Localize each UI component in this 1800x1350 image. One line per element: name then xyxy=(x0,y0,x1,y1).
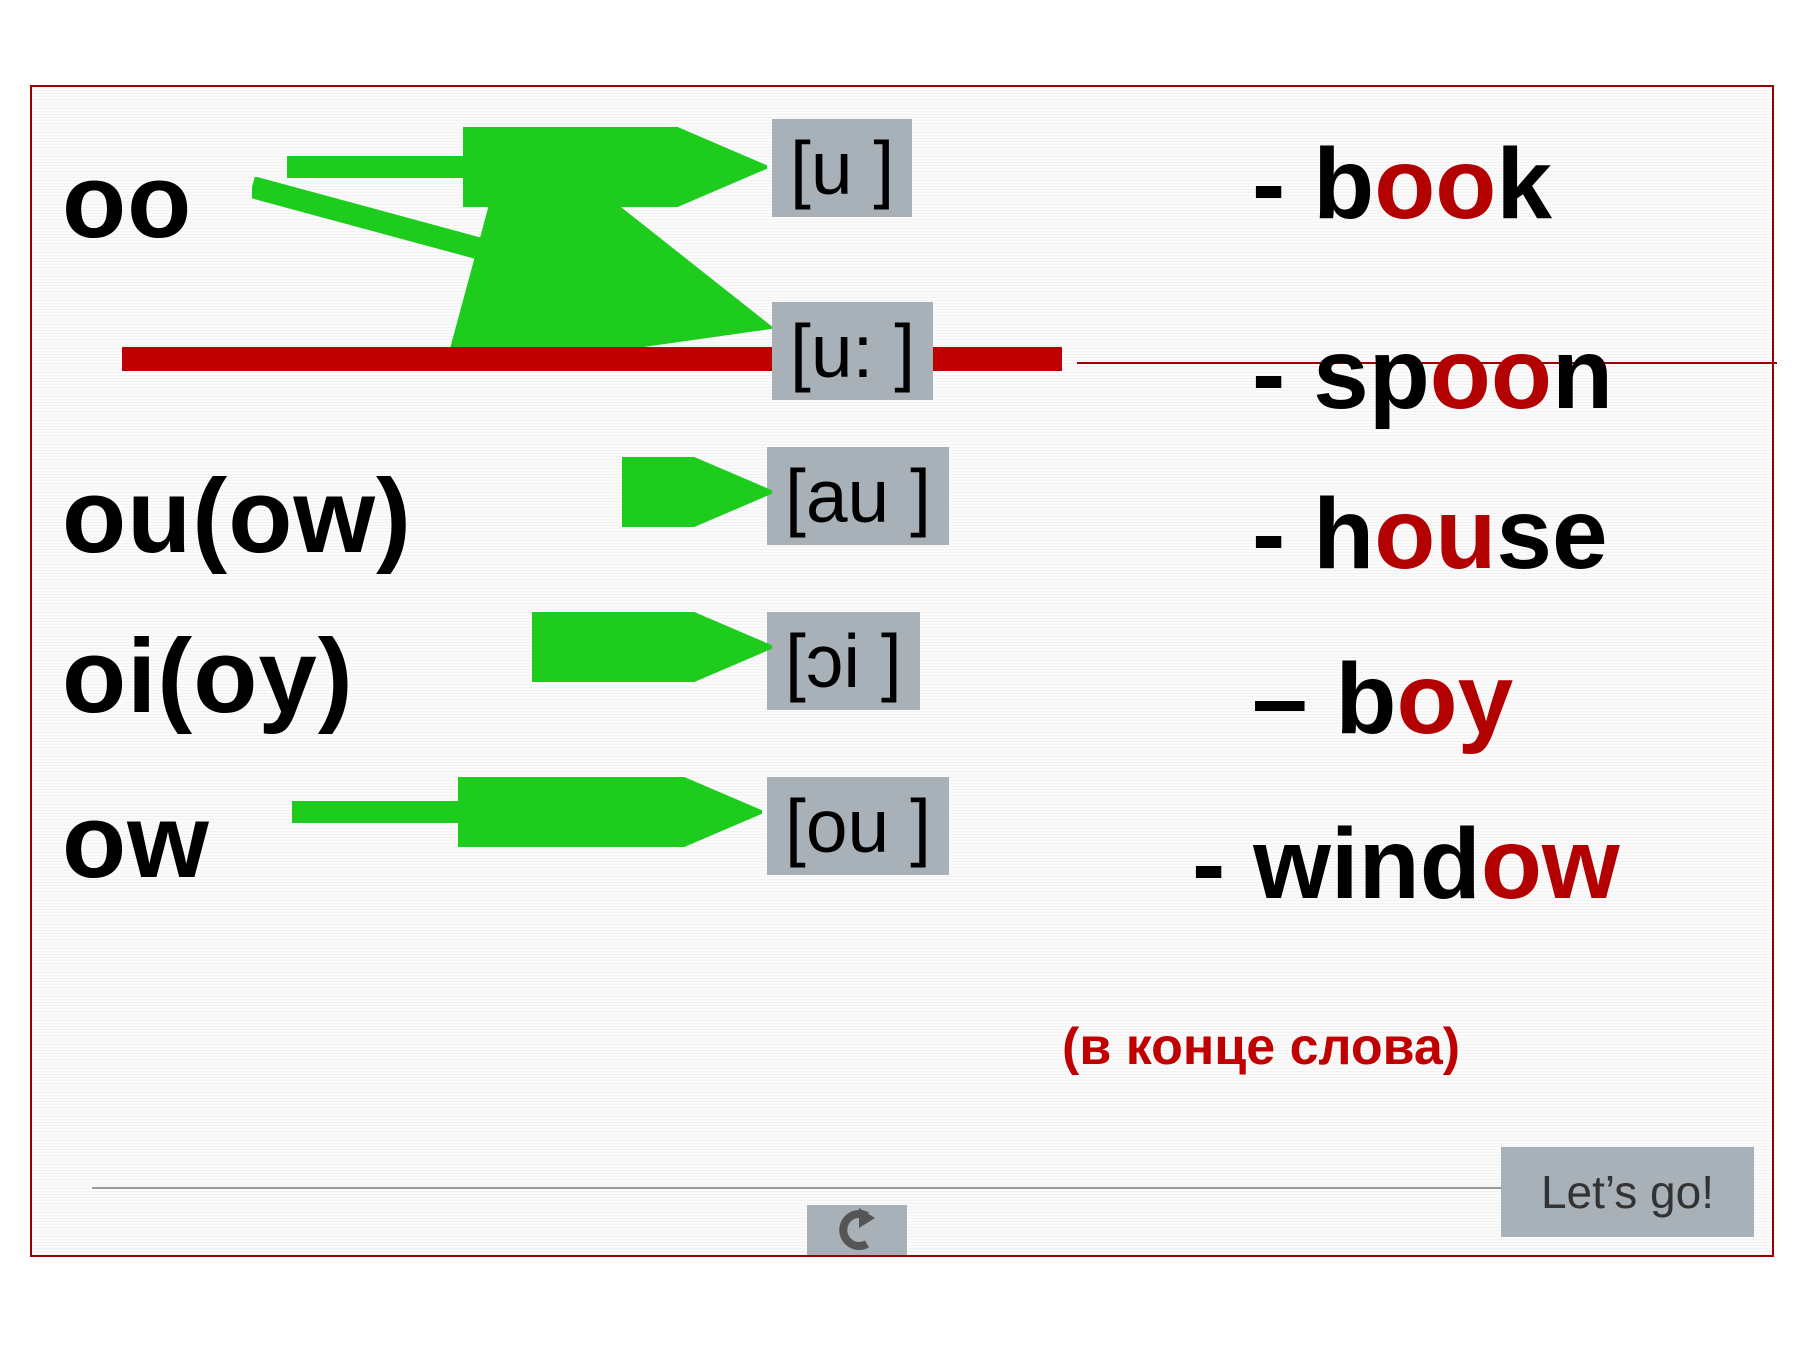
arrow-icon xyxy=(622,457,772,527)
word-post: k xyxy=(1496,128,1552,240)
example-window: - window xyxy=(1192,807,1620,922)
subnote: (в конце слова) xyxy=(1062,1017,1460,1077)
arrow-icon xyxy=(292,777,762,847)
arrow-icon xyxy=(532,612,772,682)
phonetic-ou: [ou ] xyxy=(767,777,949,875)
dash: - xyxy=(1252,128,1313,240)
example-boy: – boy xyxy=(1252,642,1513,757)
example-house: - house xyxy=(1252,477,1608,592)
word-highlight: ow xyxy=(1481,808,1620,920)
dash: - xyxy=(1192,808,1253,920)
phonetic-oi: [ɔi ] xyxy=(767,612,920,710)
arrow-icon xyxy=(252,177,772,347)
return-icon xyxy=(827,1208,887,1252)
dash: - xyxy=(1252,318,1313,430)
word-pre: b xyxy=(1335,643,1396,755)
word-pre: sp xyxy=(1313,318,1430,430)
letters-oi-oy: oi(oy) xyxy=(62,617,354,737)
lets-go-button[interactable]: Let’s go! xyxy=(1501,1147,1754,1237)
word-highlight: ou xyxy=(1374,478,1496,590)
word-highlight: oo xyxy=(1430,318,1552,430)
example-book: - book xyxy=(1252,127,1552,242)
word-pre: h xyxy=(1313,478,1374,590)
return-button[interactable] xyxy=(807,1205,907,1255)
letters-ow: ow xyxy=(62,782,210,902)
word-highlight: oy xyxy=(1397,643,1514,755)
letters-ou-ow: ou(ow) xyxy=(62,457,412,577)
letters-oo: oo xyxy=(62,142,192,262)
phonetic-au: [au ] xyxy=(767,447,949,545)
word-post: n xyxy=(1552,318,1613,430)
word-pre: b xyxy=(1313,128,1374,240)
word-highlight: oo xyxy=(1374,128,1496,240)
phonetic-u-long: [u: ] xyxy=(772,302,933,400)
word-pre: wind xyxy=(1253,808,1481,920)
dash: – xyxy=(1252,643,1335,755)
word-post: se xyxy=(1496,478,1607,590)
divider xyxy=(92,1187,1732,1189)
slide-frame: oo [u ] [u: ] - book - spoon ou(ow) [au … xyxy=(30,85,1774,1257)
example-spoon: - spoon xyxy=(1252,317,1613,432)
phonetic-u-short: [u ] xyxy=(772,119,912,217)
dash: - xyxy=(1252,478,1313,590)
